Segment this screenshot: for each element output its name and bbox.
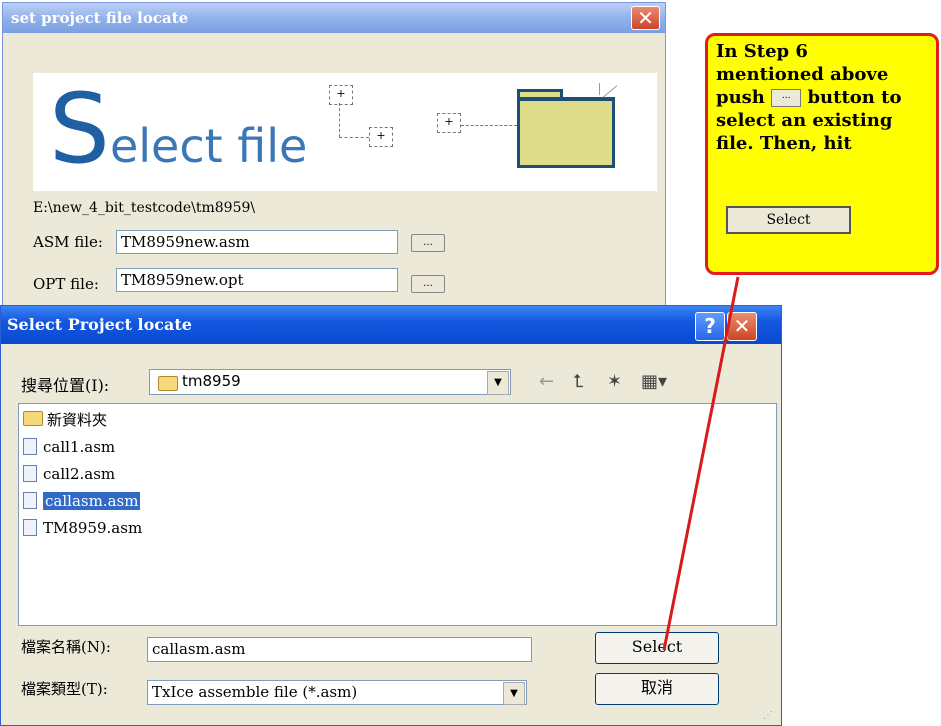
folder-icon [158,376,178,391]
set-project-file-dialog: set project file locate ✕ Select file + … [2,2,666,312]
new-folder-icon[interactable]: ✶ [607,371,622,392]
chevron-down-icon[interactable]: ▼ [487,371,509,395]
asm-file-input[interactable]: TM8959new.asm [116,230,398,254]
list-item[interactable]: callasm.asm [23,491,141,511]
cancel-button[interactable]: 取消 [595,673,719,705]
file-icon [23,438,37,455]
asm-file-label: ASM file: [33,233,103,251]
tree-plus-icon: + [369,127,393,147]
close-button[interactable]: ✕ [727,312,757,341]
mini-browse-icon: ... [771,89,802,107]
select-file-banner: Select file + + + [33,73,657,191]
list-item[interactable]: 新資料夾 [23,410,107,430]
file-name-label: 檔案名稱(N): [21,638,111,656]
file-icon [23,519,37,536]
file-list[interactable]: 新資料夾 call1.asm call2.asm callasm.asm TM8… [18,403,777,626]
callout-text: In Step 6 mentioned above push ... butto… [716,41,902,154]
list-item[interactable]: call1.asm [23,437,115,457]
list-item[interactable]: TM8959.asm [23,518,142,538]
tree-plus-icon: + [329,85,353,105]
look-in-label: 搜尋位置(I): [21,376,110,395]
folder-icon [23,411,43,426]
help-button[interactable]: ? [695,312,725,341]
look-in-dropdown[interactable]: tm8959 ▼ [149,369,511,395]
opt-file-label: OPT file: [33,275,99,293]
tree-plus-icon: + [437,113,461,133]
file-name-input[interactable]: callasm.asm [147,637,532,662]
close-button[interactable]: ✕ [631,6,660,30]
instruction-callout: In Step 6 mentioned above push ... butto… [705,33,939,275]
dialog-title: Select Project locate [7,315,192,334]
callout-select-button: Select [726,206,851,234]
banner-text: Select file [49,73,308,185]
select-button[interactable]: Select [595,632,719,664]
select-project-dialog: Select Project locate ? ✕ 搜尋位置(I): tm895… [0,305,782,726]
resize-grip[interactable]: ⋰ [763,710,779,724]
title-bar: set project file locate ✕ [3,3,665,33]
file-type-label: 檔案類型(T): [21,680,108,698]
asm-browse-button[interactable]: ... [411,234,445,252]
title-bar: Select Project locate ? ✕ [1,306,781,344]
dialog-title: set project file locate [11,9,189,27]
back-arrow-icon[interactable]: ← [539,371,554,392]
file-icon [23,465,37,482]
opt-browse-button[interactable]: ... [411,275,445,293]
opt-file-input[interactable]: TM8959new.opt [116,268,398,292]
view-menu-icon[interactable]: ▦▾ [641,371,667,392]
project-path: E:\new_4_bit_testcode\tm8959\ [33,200,256,216]
folder-icon [517,97,615,168]
list-item[interactable]: call2.asm [23,464,115,484]
file-icon [23,492,37,509]
up-folder-icon[interactable]: ⮤ [573,371,584,392]
chevron-down-icon[interactable]: ▼ [503,682,525,705]
file-type-dropdown[interactable]: TxIce assemble file (*.asm) ▼ [147,680,527,705]
